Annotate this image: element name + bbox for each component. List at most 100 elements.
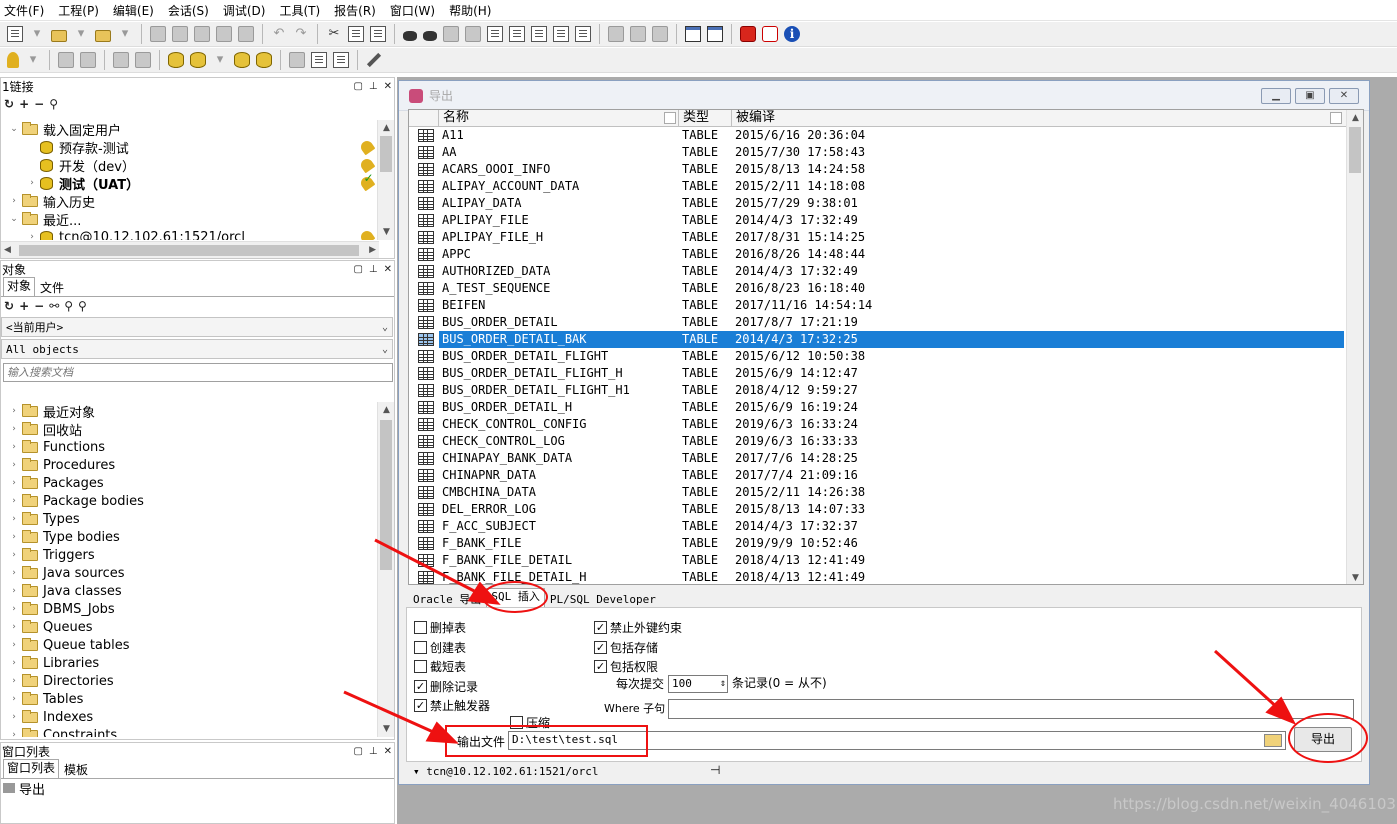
table-row[interactable]: BUS_ORDER_DETAIL_H TABLE 2015/6/9 16:19:24: [409, 399, 1363, 416]
expand-icon[interactable]: ›: [9, 712, 19, 722]
link-icon[interactable]: ⚲: [78, 299, 87, 313]
scroll-down-icon[interactable]: ▼: [378, 721, 395, 737]
menu-item[interactable]: 窗口(W): [390, 2, 435, 19]
column-header-compiled[interactable]: 被编译: [732, 110, 1344, 126]
replace-icon[interactable]: [423, 31, 437, 41]
table-row[interactable]: F_BANK_FILE_DETAIL TABLE 2018/4/13 12:41:4…: [409, 552, 1363, 569]
save-icon[interactable]: [150, 26, 166, 42]
table-row[interactable]: F_BANK_FILE TABLE 2019/9/9 10:52:46: [409, 535, 1363, 552]
expand-icon[interactable]: ›: [9, 550, 19, 560]
logon-key-icon[interactable]: [7, 52, 19, 68]
object-type-item[interactable]: › Triggers: [1, 546, 377, 564]
scroll-left-icon[interactable]: ◀: [4, 245, 11, 255]
expand-icon[interactable]: ›: [9, 496, 19, 506]
expand-icon[interactable]: ›: [9, 604, 19, 614]
filter-icon[interactable]: ⚲: [64, 299, 73, 313]
table-row[interactable]: F_ACC_SUBJECT TABLE 2014/4/3 17:32:37: [409, 518, 1363, 535]
open-project-icon[interactable]: [95, 30, 111, 42]
object-type-item[interactable]: › Constraints: [1, 726, 377, 737]
format-icon[interactable]: [575, 26, 591, 42]
comment-icon[interactable]: [531, 26, 547, 42]
table-row[interactable]: F_BANK_FILE_DETAIL_H TABLE 2018/4/13 12:41…: [409, 569, 1363, 584]
object-type-item[interactable]: › Package bodies: [1, 492, 377, 510]
chevron-down-icon[interactable]: ▾: [73, 26, 89, 42]
filter-icon[interactable]: [1330, 112, 1342, 124]
maximize-button[interactable]: ▣: [1295, 88, 1325, 104]
back-icon[interactable]: [443, 26, 459, 42]
close-icon[interactable]: ✕: [384, 746, 392, 757]
tools-icon[interactable]: [289, 52, 305, 68]
object-type-item[interactable]: › Queues: [1, 618, 377, 636]
redo-icon[interactable]: ↷: [293, 26, 309, 42]
table-row[interactable]: BEIFEN TABLE 2017/11/16 14:54:14: [409, 297, 1363, 314]
object-type-item[interactable]: › Libraries: [1, 654, 377, 672]
copy-icon[interactable]: [348, 26, 364, 42]
tree-item[interactable]: ⌄ 载入固定用户: [1, 120, 379, 139]
sql-window-icon[interactable]: [190, 52, 206, 68]
print-icon[interactable]: [216, 26, 232, 42]
menu-item[interactable]: 工程(P): [58, 2, 99, 19]
expand-icon[interactable]: ›: [9, 424, 19, 434]
open-folder-icon[interactable]: [51, 30, 67, 42]
undo-icon[interactable]: ↶: [271, 26, 287, 42]
menu-item[interactable]: 调试(D): [223, 2, 266, 19]
stepper-icon[interactable]: ⇕: [720, 676, 726, 692]
option-checkbox[interactable]: ✓ 删除记录: [414, 678, 478, 695]
table-row[interactable]: APPC TABLE 2016/8/26 14:48:44: [409, 246, 1363, 263]
table-row[interactable]: AA TABLE 2015/7/30 17:58:43: [409, 144, 1363, 161]
checkbox-box[interactable]: ✓: [414, 679, 427, 693]
object-type-item[interactable]: › Procedures: [1, 456, 377, 474]
minimize-icon[interactable]: ▢: [353, 746, 362, 757]
tree-item[interactable]: › 输入历史: [1, 192, 379, 211]
table-row[interactable]: ALIPAY_DATA TABLE 2015/7/29 9:38:01: [409, 195, 1363, 212]
scroll-thumb[interactable]: [1349, 127, 1361, 173]
table-row[interactable]: CHINAPAY_BANK_DATA TABLE 2017/7/6 14:28:25: [409, 450, 1363, 467]
expand-icon[interactable]: ›: [9, 460, 19, 470]
expand-icon[interactable]: ›: [9, 514, 19, 524]
tree-item[interactable]: ⌄ 最近...: [1, 210, 379, 229]
close-button[interactable]: ✕: [1329, 88, 1359, 104]
scroll-down-icon[interactable]: ▼: [1347, 570, 1363, 584]
menu-item[interactable]: 文件(F): [4, 2, 44, 19]
chevron-down-icon[interactable]: ▾: [117, 26, 133, 42]
tile-windows-icon[interactable]: [707, 26, 723, 42]
table-row[interactable]: BUS_ORDER_DETAIL_FLIGHT_H1 TABLE 2018/4/12…: [409, 382, 1363, 399]
option-checkbox[interactable]: 截短表: [414, 658, 466, 675]
add-icon[interactable]: +: [19, 299, 29, 313]
menu-item[interactable]: 工具(T): [279, 2, 320, 19]
option-checkbox[interactable]: ✓ 包括存储: [594, 639, 658, 656]
menu-item[interactable]: 编辑(E): [113, 2, 154, 19]
grid-scrollbar[interactable]: ▲ ▼: [1346, 110, 1363, 584]
object-type-item[interactable]: › Packages: [1, 474, 377, 492]
checkbox-box[interactable]: ✓: [594, 660, 607, 673]
find-icon[interactable]: ⚯: [49, 299, 59, 313]
tab-templates[interactable]: 模板: [60, 761, 93, 778]
tab-objects[interactable]: 对象: [3, 277, 36, 296]
table-row[interactable]: APLIPAY_FILE_H TABLE 2017/8/31 15:14:25: [409, 229, 1363, 246]
expand-icon[interactable]: ›: [9, 478, 19, 488]
scroll-up-icon[interactable]: ▲: [378, 402, 395, 418]
checkbox-box[interactable]: [414, 621, 427, 634]
filter-icon[interactable]: [664, 112, 676, 124]
close-icon[interactable]: ✕: [384, 264, 392, 275]
new-file-icon[interactable]: [7, 26, 23, 42]
checkbox-box[interactable]: [414, 660, 427, 673]
oracle-icon[interactable]: [740, 26, 756, 42]
expand-icon[interactable]: ›: [9, 730, 19, 737]
dropdown-icon[interactable]: ▾: [413, 765, 426, 778]
refresh-icon[interactable]: ↻: [4, 97, 14, 111]
print-setup-icon[interactable]: [238, 26, 254, 42]
expand-icon[interactable]: ›: [9, 694, 19, 704]
chevron-down-icon[interactable]: ▾: [25, 52, 41, 68]
report-icon[interactable]: [311, 52, 327, 68]
db-connect-icon[interactable]: [234, 52, 250, 68]
pin-icon[interactable]: ⊥: [369, 81, 378, 92]
expand-icon[interactable]: ⌄: [9, 124, 19, 134]
expand-icon[interactable]: ›: [9, 442, 19, 452]
db-icon[interactable]: [168, 52, 184, 68]
rollback-icon[interactable]: [135, 52, 151, 68]
commit-count-input[interactable]: 100 ⇕: [668, 675, 728, 693]
object-type-item[interactable]: › Java classes: [1, 582, 377, 600]
expand-icon[interactable]: ›: [9, 532, 19, 542]
pin-icon[interactable]: ⊥: [369, 264, 378, 275]
